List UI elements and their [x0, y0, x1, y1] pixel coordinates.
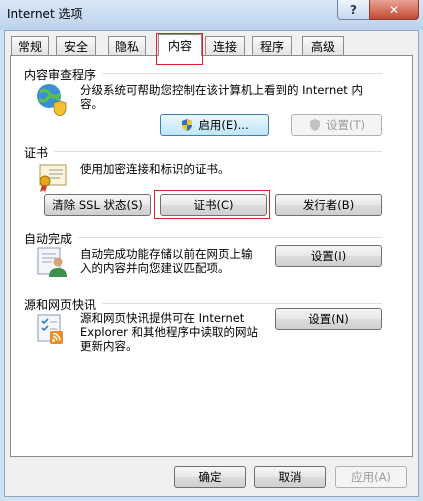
help-button[interactable]: ? [337, 0, 370, 20]
uac-shield-icon [310, 119, 320, 131]
publishers-button[interactable]: 发行者(B) [275, 194, 382, 216]
advisor-settings-button[interactable]: 设置(T) [291, 114, 382, 136]
content-advisor-desc-2: 容。 [80, 97, 103, 111]
certificates-title: 证书 [24, 144, 55, 161]
clear-ssl-button[interactable]: 清除 SSL 状态(S) [44, 194, 151, 216]
feeds-desc-2: Explorer 和其他程序中读取的网站 [80, 325, 259, 339]
enable-button[interactable]: 启用(E)... [160, 114, 269, 136]
ok-button[interactable]: 确定 [174, 466, 246, 488]
tab-programs[interactable]: 程序 [252, 36, 292, 55]
tab-security[interactable]: 安全 [56, 36, 96, 55]
feeds-desc-3: 更新内容。 [80, 339, 138, 353]
tab-privacy[interactable]: 隐私 [108, 36, 146, 55]
close-button[interactable]: ✕ [369, 0, 419, 20]
window-title: Internet 选项 [7, 7, 83, 21]
feeds-settings-button[interactable]: 设置(N) [275, 308, 382, 330]
certificate-icon [39, 164, 67, 193]
advisor-settings-label: 设置(T) [326, 118, 365, 132]
apply-button[interactable]: 应用(A) [335, 466, 407, 488]
cancel-button[interactable]: 取消 [254, 466, 326, 488]
uac-shield-icon [182, 119, 193, 131]
highlight-box-certificates [154, 190, 270, 219]
tab-general[interactable]: 常规 [11, 36, 49, 55]
rss-feed-icon [37, 314, 63, 344]
enable-button-label: 启用(E)... [198, 118, 249, 132]
group-divider [30, 151, 382, 152]
content-advisor-title: 内容审查程序 [24, 66, 103, 83]
tab-advanced[interactable]: 高级 [302, 36, 344, 55]
autocomplete-title: 自动完成 [24, 230, 79, 247]
certificates-desc: 使用加密连接和标识的证书。 [80, 162, 230, 176]
highlight-box-tab [156, 33, 203, 65]
feeds-desc-1: 源和网页快讯提供可在 Internet [80, 311, 245, 325]
autocomplete-desc-2: 入的内容并向您建议匹配项。 [80, 261, 230, 275]
group-divider [30, 237, 382, 238]
content-advisor-desc-1: 分级系统可帮助您控制在该计算机上看到的 Internet 内 [80, 83, 363, 97]
user-form-icon [37, 247, 67, 277]
autocomplete-desc-1: 自动完成功能存储以前在网页上输 [80, 247, 253, 261]
autocomplete-settings-button[interactable]: 设置(I) [275, 245, 382, 267]
globe-shield-icon [37, 84, 67, 116]
tab-connections[interactable]: 连接 [205, 36, 245, 55]
